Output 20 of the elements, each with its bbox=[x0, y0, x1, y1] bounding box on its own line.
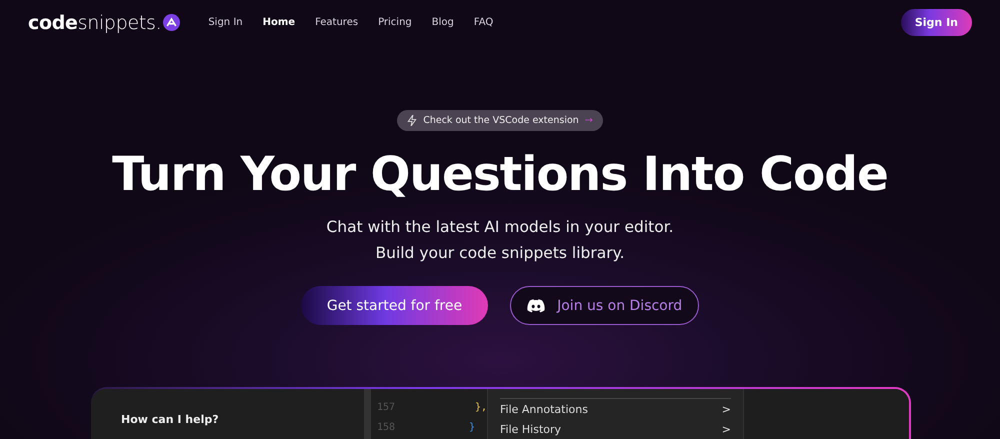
nav-link[interactable]: Sign In bbox=[208, 17, 243, 28]
code-text: } bbox=[468, 422, 476, 432]
nav-link[interactable]: Home bbox=[262, 17, 296, 28]
discord-icon bbox=[527, 298, 546, 312]
hero-subtitle: Build your code snippets library. bbox=[374, 243, 626, 264]
logo[interactable]: codesnippets. bbox=[28, 12, 180, 34]
nav-link[interactable]: FAQ bbox=[474, 17, 494, 28]
chat-prompt: How can I help? bbox=[121, 413, 220, 426]
nav-link[interactable]: Pricing bbox=[378, 17, 412, 28]
extension-badge[interactable]: Check out the VSCode extension → bbox=[397, 110, 603, 131]
nav-link[interactable]: Features bbox=[315, 17, 358, 28]
code-text: }, bbox=[474, 402, 487, 412]
hero-title: Turn Your Questions Into Code bbox=[112, 147, 888, 202]
menu-item[interactable]: File Annotations > bbox=[500, 398, 731, 419]
nav-link[interactable]: Blog bbox=[432, 17, 454, 28]
hero-subtitle: Chat with the latest AI models in your editor. bbox=[326, 217, 674, 238]
get-started-button[interactable]: Get started for free bbox=[300, 286, 488, 325]
sign-in-button[interactable]: Sign In bbox=[900, 9, 972, 36]
discord-button[interactable]: Join us on Discord bbox=[510, 286, 700, 325]
menu-item[interactable]: File History > bbox=[500, 419, 731, 439]
